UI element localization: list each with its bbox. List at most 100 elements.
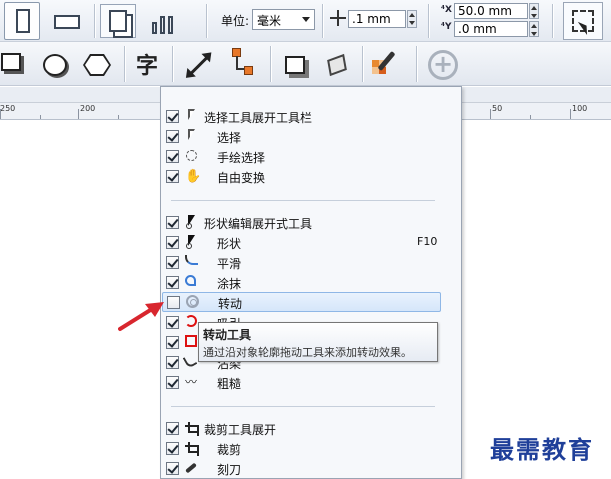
duplicate-y-spinner[interactable] (529, 21, 539, 37)
menu-item-label: 选择工具展开工具栏 (204, 111, 313, 125)
plus-icon: + (428, 50, 458, 80)
repel-icon (185, 335, 197, 347)
tooltip-title: 转动工具 (203, 328, 252, 342)
fill-tool[interactable] (320, 50, 354, 80)
menu-item-crop[interactable]: 裁剪 (161, 438, 447, 458)
duplicate-x-spinner[interactable] (529, 3, 539, 19)
menu-checkbox[interactable] (166, 462, 179, 475)
toolbar-divider (124, 46, 125, 82)
toolbox-bar: 字 + (0, 42, 611, 86)
toolbar-divider (206, 4, 207, 38)
eyedropper-tool[interactable] (372, 50, 402, 80)
add-tool-button[interactable]: + (426, 48, 460, 82)
ruler-label: 100 (572, 104, 588, 113)
menu-checkbox[interactable] (166, 316, 179, 329)
bar-icon (167, 16, 173, 34)
menu-item-smooth[interactable]: 平滑 (161, 252, 447, 272)
chevron-down-icon (302, 17, 310, 22)
ruler-tick (40, 115, 41, 119)
current-page-button[interactable] (142, 8, 182, 34)
duplicate-y-input[interactable]: .0 mm (454, 21, 528, 37)
pointer-icon (185, 129, 200, 144)
treat-as-filled-button[interactable] (563, 2, 603, 40)
duplicate-x-input[interactable]: 50.0 mm (454, 3, 528, 19)
toolbar-divider (428, 4, 429, 38)
all-pages-button[interactable] (100, 4, 136, 38)
drop-shadow-tool[interactable] (280, 50, 310, 80)
menu-item-roughen[interactable]: 〰 粗糙 (161, 372, 447, 392)
menu-checkbox[interactable] (166, 170, 179, 183)
ruler-tick (0, 109, 1, 119)
ellipse-tool[interactable] (40, 52, 70, 78)
all-pages-icon (109, 10, 127, 32)
menu-item-label: 涂抹 (217, 277, 242, 291)
menu-checkbox[interactable] (166, 276, 179, 289)
smudge-icon (182, 353, 198, 369)
menu-item-twirl[interactable]: 转动 (162, 292, 441, 312)
watermark: 最需教育 (490, 435, 594, 464)
menu-checkbox[interactable] (166, 442, 179, 455)
dimension-tool[interactable] (182, 50, 216, 80)
nudge-distance-input[interactable]: .1 mm (348, 10, 406, 28)
connector-tool[interactable] (232, 48, 258, 78)
menu-item-freehand-pick[interactable]: 手绘选择 (161, 146, 447, 166)
toolbar-divider (270, 46, 271, 82)
menu-checkbox[interactable] (167, 296, 180, 309)
text-tool[interactable]: 字 (130, 48, 164, 80)
menu-checkbox[interactable] (166, 110, 179, 123)
text-tool-icon: 字 (135, 54, 158, 79)
annotation-arrow-icon (118, 302, 164, 331)
menu-checkbox[interactable] (166, 130, 179, 143)
nudge-spinner[interactable] (407, 10, 417, 28)
menu-checkbox[interactable] (166, 216, 179, 229)
menu-item-crop-flyout[interactable]: 裁剪工具展开 (161, 418, 447, 438)
toolbar-divider (416, 46, 417, 82)
ruler-label: 250 (0, 104, 16, 113)
toolbar-divider (552, 4, 553, 38)
menu-item-label: 形状编辑展开式工具 (204, 217, 313, 231)
rectangle-tool[interactable] (0, 52, 22, 72)
menu-item-knife[interactable]: 刻刀 (161, 458, 447, 478)
duplicate-x-icon: ⁴X (441, 5, 452, 15)
drop-shadow-icon (285, 56, 305, 74)
portrait-page-button[interactable] (4, 2, 40, 40)
bar-icon (151, 22, 157, 34)
menu-item-pick-flyout[interactable]: 选择工具展开工具栏 (161, 106, 447, 126)
ruler-label: 50 (492, 104, 503, 113)
unit-value: 毫米 (257, 14, 282, 28)
toolbox-customize-menu: 选择工具展开工具栏 选择 手绘选择 ✋ 自由变换 形状编辑展开式工具 形状 F1… (160, 86, 462, 479)
menu-item-smear[interactable]: 涂抹 (161, 272, 447, 292)
polygon-tool[interactable] (80, 52, 114, 78)
menu-item-shape[interactable]: 形状 F10 (161, 232, 447, 252)
pointer-icon (185, 109, 200, 124)
menu-checkbox[interactable] (166, 356, 179, 369)
ruler-tick (118, 115, 119, 119)
knife-icon (185, 462, 197, 474)
menu-separator (171, 200, 435, 201)
menu-item-label: 粗糙 (217, 377, 242, 391)
menu-checkbox[interactable] (166, 336, 179, 349)
toolbar-divider (322, 4, 323, 38)
menu-item-label: 手绘选择 (217, 151, 266, 165)
rectangle-icon (1, 53, 21, 71)
menu-checkbox[interactable] (166, 376, 179, 389)
menu-checkbox[interactable] (166, 150, 179, 163)
menu-checkbox[interactable] (166, 422, 179, 435)
landscape-page-icon (54, 15, 80, 29)
smear-icon (185, 275, 196, 286)
menu-item-shape-flyout[interactable]: 形状编辑展开式工具 (161, 212, 447, 232)
portrait-page-icon (16, 9, 30, 33)
polygon-icon (83, 54, 111, 76)
smooth-icon (185, 255, 198, 265)
menu-item-label: 刻刀 (217, 463, 242, 477)
menu-checkbox[interactable] (166, 256, 179, 269)
unit-select[interactable]: 毫米 (252, 9, 315, 30)
menu-item-label: 裁剪工具展开 (204, 423, 277, 437)
menu-checkbox[interactable] (166, 236, 179, 249)
ellipse-icon (43, 54, 67, 76)
tooltip-description: 通过沿对象轮廓拖动工具来添加转动效果。 (203, 346, 412, 359)
menu-item-pick[interactable]: 选择 (161, 126, 447, 146)
crop-icon (185, 421, 200, 436)
menu-item-free-transform[interactable]: ✋ 自由变换 (161, 166, 447, 186)
landscape-page-button[interactable] (50, 12, 84, 32)
